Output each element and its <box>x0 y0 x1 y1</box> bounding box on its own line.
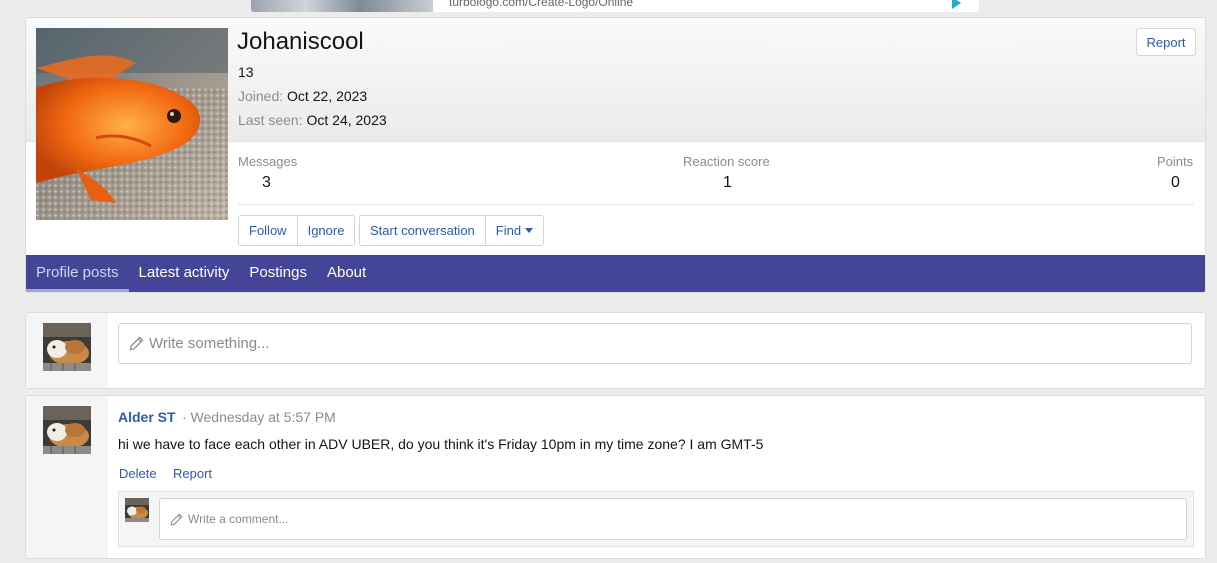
profile-avatar[interactable] <box>36 28 228 220</box>
follow-button[interactable]: Follow <box>239 216 298 245</box>
write-comment-input[interactable]: Write a comment... <box>159 498 1187 540</box>
profile-tabs: Profile posts Latest activity Postings A… <box>26 255 1205 292</box>
tab-about[interactable]: About <box>317 255 376 292</box>
ignore-button[interactable]: Ignore <box>297 216 355 245</box>
post-author-link[interactable]: Alder ST <box>118 409 176 425</box>
find-label: Find <box>495 223 522 238</box>
ad-arrow-icon <box>952 0 961 9</box>
write-something-placeholder: Write something... <box>149 335 270 352</box>
tab-latest-activity[interactable]: Latest activity <box>129 255 240 292</box>
ad-image <box>251 0 433 12</box>
conversation-find-group: Start conversation Find <box>359 215 545 246</box>
profile-post: Alder ST · Wednesday at 5:57 PM hi we ha… <box>25 395 1206 559</box>
write-comment-placeholder: Write a comment... <box>188 512 289 526</box>
points-label: Points <box>1157 154 1194 169</box>
pencil-icon <box>129 336 144 351</box>
current-user-avatar[interactable] <box>43 323 91 371</box>
joined-row: Joined: Oct 22, 2023 <box>238 88 367 104</box>
last-seen-row: Last seen: Oct 24, 2023 <box>238 112 387 128</box>
messages-count[interactable]: 3 <box>262 174 271 192</box>
user-title: 13 <box>238 64 254 80</box>
ad-url: turbologo.com/Create-Logo/Online <box>449 0 634 9</box>
tab-profile-posts[interactable]: Profile posts <box>26 255 129 292</box>
post-author-avatar[interactable] <box>43 406 91 454</box>
reaction-score-value[interactable]: 1 <box>723 174 732 192</box>
ad-banner[interactable]: turbologo.com/Create-Logo/Online <box>251 0 979 12</box>
stats-divider <box>238 204 1194 205</box>
joined-date: Oct 22, 2023 <box>287 88 368 104</box>
profile-card: Johaniscool 13 Joined: Oct 22, 2023 Last… <box>25 17 1206 293</box>
start-conversation-button[interactable]: Start conversation <box>360 216 486 245</box>
report-profile-button[interactable]: Report <box>1136 28 1196 56</box>
new-profile-post-card: Write something... <box>25 312 1206 389</box>
follow-ignore-group: Follow Ignore <box>238 215 356 246</box>
points-value[interactable]: 0 <box>1171 174 1180 192</box>
post-timestamp[interactable]: · Wednesday at 5:57 PM <box>182 409 336 425</box>
caret-down-icon <box>525 228 534 233</box>
guinea-pig-avatar-image <box>43 406 91 454</box>
find-dropdown-button[interactable]: Find <box>485 216 544 245</box>
last-seen-label: Last seen: <box>238 112 303 128</box>
write-something-input[interactable]: Write something... <box>118 323 1192 364</box>
delete-post-link[interactable]: Delete <box>119 466 157 481</box>
commenter-avatar[interactable] <box>125 498 149 522</box>
post-message: hi we have to face each other in ADV UBE… <box>118 436 764 452</box>
profile-username: Johaniscool <box>237 28 364 55</box>
tab-postings[interactable]: Postings <box>239 255 317 292</box>
messages-label: Messages <box>238 154 298 169</box>
last-seen-date: Oct 24, 2023 <box>306 112 387 128</box>
goldfish-avatar-image <box>36 28 228 220</box>
guinea-pig-avatar-image <box>43 323 91 371</box>
reaction-score-label: Reaction score <box>683 154 770 169</box>
comment-area: Write a comment... <box>118 491 1194 547</box>
joined-label: Joined: <box>238 88 284 104</box>
report-post-link[interactable]: Report <box>173 466 212 481</box>
pencil-icon <box>170 512 183 526</box>
guinea-pig-avatar-image <box>125 498 149 522</box>
